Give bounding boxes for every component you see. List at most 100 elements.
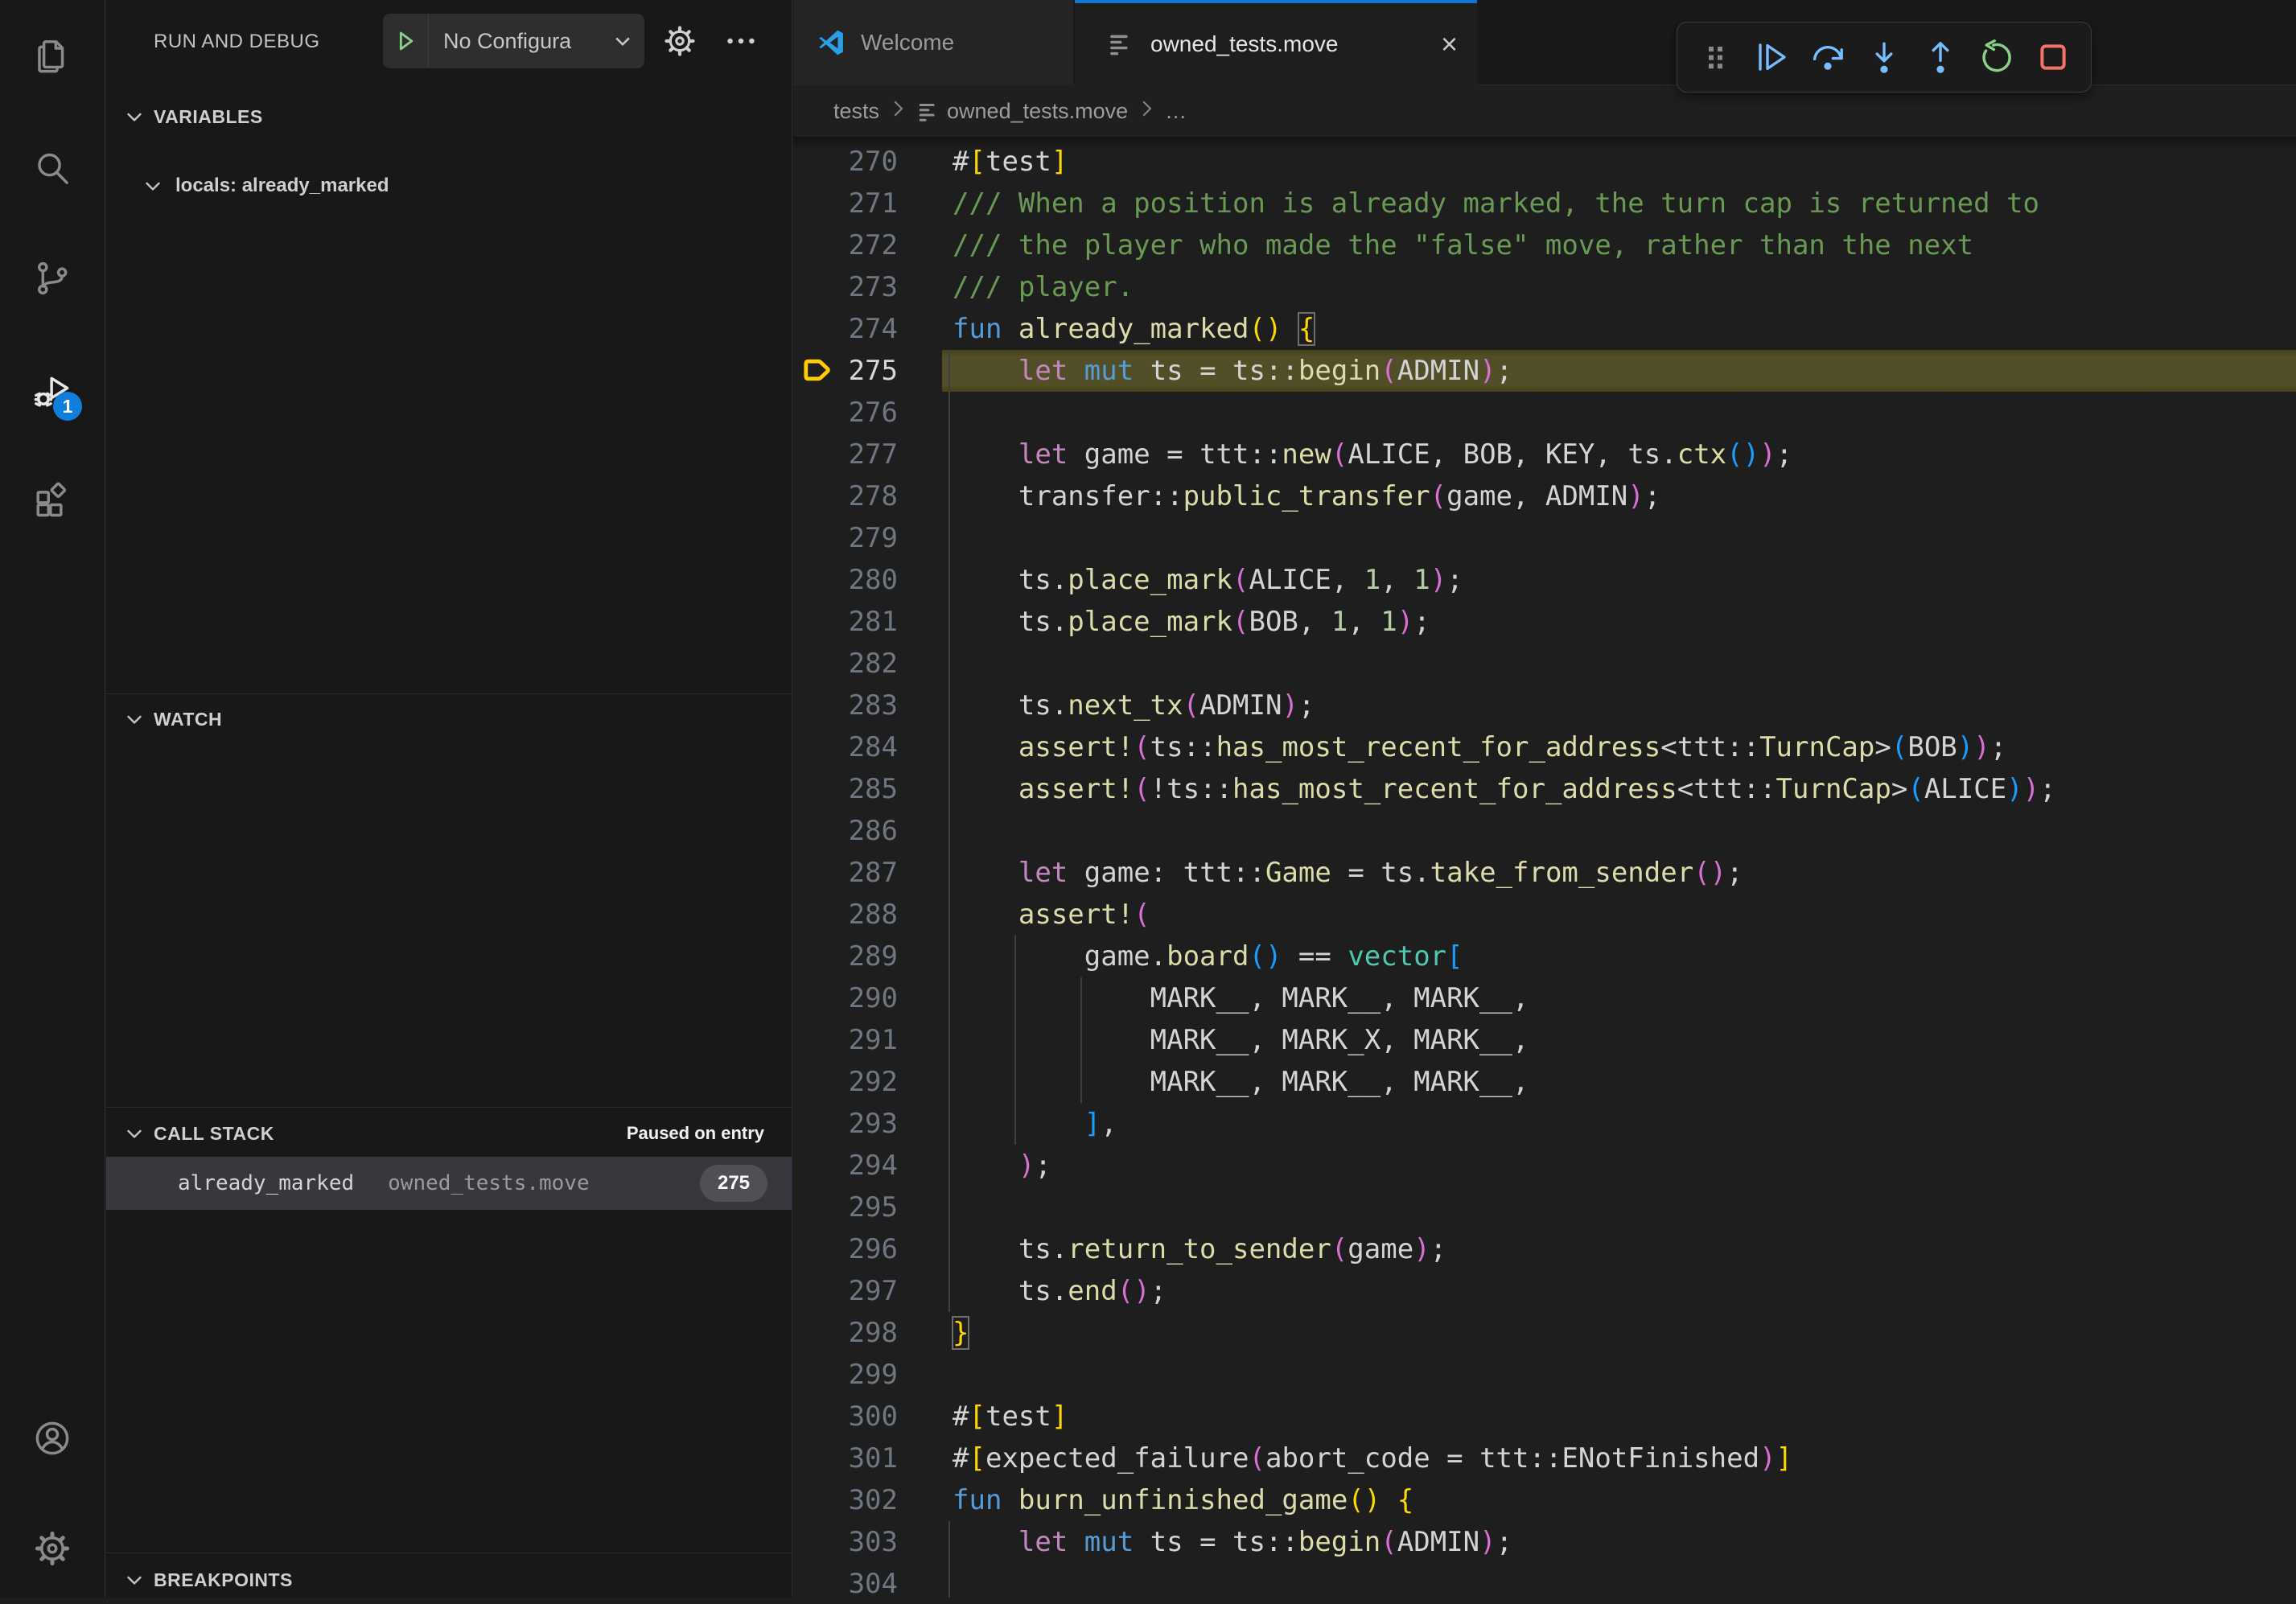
code-line-276[interactable]: 276 bbox=[793, 392, 2296, 434]
line-number[interactable]: 292 bbox=[793, 1061, 898, 1103]
line-number[interactable]: 297 bbox=[793, 1270, 898, 1312]
line-number[interactable]: 301 bbox=[793, 1437, 898, 1479]
step-into-icon[interactable] bbox=[1861, 34, 1907, 80]
code-line-278[interactable]: 278 transfer::public_transfer(game, ADMI… bbox=[793, 475, 2296, 517]
stop-icon[interactable] bbox=[2030, 34, 2076, 80]
more-actions-icon[interactable] bbox=[722, 23, 759, 60]
code-line-285[interactable]: 285 assert!(!ts::has_most_recent_for_add… bbox=[793, 768, 2296, 810]
line-number[interactable]: 290 bbox=[793, 977, 898, 1019]
account-icon[interactable] bbox=[29, 1415, 76, 1462]
search-icon[interactable] bbox=[29, 145, 76, 191]
line-number[interactable]: 296 bbox=[793, 1228, 898, 1270]
tab-owned-tests[interactable]: owned_tests.move × bbox=[1075, 0, 1477, 85]
continue-icon[interactable] bbox=[1748, 34, 1795, 80]
code-line-298[interactable]: 298} bbox=[793, 1312, 2296, 1354]
code-line-300[interactable]: 300#[test] bbox=[793, 1396, 2296, 1437]
code-line-271[interactable]: 271/// When a position is already marked… bbox=[793, 183, 2296, 224]
code-line-274[interactable]: 274fun already_marked() { bbox=[793, 308, 2296, 350]
line-number[interactable]: 286 bbox=[793, 810, 898, 852]
code-line-294[interactable]: 294 ); bbox=[793, 1145, 2296, 1187]
line-number[interactable]: 288 bbox=[793, 894, 898, 936]
code-line-279[interactable]: 279 bbox=[793, 517, 2296, 559]
code-line-292[interactable]: 292 MARK__, MARK__, MARK__, bbox=[793, 1061, 2296, 1103]
line-number[interactable]: 279 bbox=[793, 517, 898, 559]
code-line-302[interactable]: 302fun burn_unfinished_game() { bbox=[793, 1479, 2296, 1521]
line-number[interactable]: 291 bbox=[793, 1019, 898, 1061]
start-debug-icon[interactable] bbox=[383, 27, 428, 55]
code-line-287[interactable]: 287 let game: ttt::Game = ts.take_from_s… bbox=[793, 852, 2296, 894]
line-number[interactable]: 283 bbox=[793, 685, 898, 726]
step-over-icon[interactable] bbox=[1804, 34, 1851, 80]
line-number[interactable]: 284 bbox=[793, 726, 898, 768]
debug-settings-gear-icon[interactable] bbox=[661, 23, 698, 60]
line-number[interactable]: 270 bbox=[793, 141, 898, 183]
code-line-295[interactable]: 295 bbox=[793, 1187, 2296, 1228]
line-number[interactable]: 281 bbox=[793, 601, 898, 643]
code-line-282[interactable]: 282 bbox=[793, 643, 2296, 685]
breadcrumb-item-file[interactable]: owned_tests.move bbox=[947, 99, 1128, 124]
restart-icon[interactable] bbox=[1973, 34, 2020, 80]
debug-config-label[interactable]: No Configura bbox=[429, 29, 609, 54]
line-number[interactable]: 294 bbox=[793, 1145, 898, 1187]
line-number[interactable]: 295 bbox=[793, 1187, 898, 1228]
line-number[interactable]: 282 bbox=[793, 643, 898, 685]
line-number[interactable]: 293 bbox=[793, 1103, 898, 1145]
run-and-debug-icon[interactable]: 1 bbox=[29, 368, 76, 414]
line-number[interactable]: 303 bbox=[793, 1521, 898, 1563]
explorer-icon[interactable] bbox=[29, 33, 76, 80]
code-line-289[interactable]: 289 game.board() == vector[ bbox=[793, 936, 2296, 977]
line-number[interactable]: 271 bbox=[793, 183, 898, 224]
code-line-296[interactable]: 296 ts.return_to_sender(game); bbox=[793, 1228, 2296, 1270]
code-line-270[interactable]: 270#[test] bbox=[793, 141, 2296, 183]
tab-welcome[interactable]: Welcome bbox=[793, 0, 1074, 85]
line-number[interactable]: 304 bbox=[793, 1563, 898, 1598]
line-number[interactable]: 302 bbox=[793, 1479, 898, 1521]
code-line-273[interactable]: 273/// player. bbox=[793, 266, 2296, 308]
code-line-286[interactable]: 286 bbox=[793, 810, 2296, 852]
debug-config-dropdown[interactable]: No Configura bbox=[383, 14, 644, 68]
code-line-281[interactable]: 281 ts.place_mark(BOB, 1, 1); bbox=[793, 601, 2296, 643]
code-line-283[interactable]: 283 ts.next_tx(ADMIN); bbox=[793, 685, 2296, 726]
line-number[interactable]: 280 bbox=[793, 559, 898, 601]
watch-section-header[interactable]: WATCH bbox=[106, 695, 792, 743]
line-number[interactable]: 273 bbox=[793, 266, 898, 308]
settings-gear-icon[interactable] bbox=[29, 1525, 76, 1572]
code-line-275[interactable]: 275 let mut ts = ts::begin(ADMIN); bbox=[793, 350, 2296, 392]
line-number[interactable]: 299 bbox=[793, 1354, 898, 1396]
code-line-290[interactable]: 290 MARK__, MARK__, MARK__, bbox=[793, 977, 2296, 1019]
code-line-272[interactable]: 272/// the player who made the "false" m… bbox=[793, 224, 2296, 266]
code-line-304[interactable]: 304 bbox=[793, 1563, 2296, 1598]
step-out-icon[interactable] bbox=[1917, 34, 1964, 80]
line-number[interactable]: 289 bbox=[793, 936, 898, 977]
code-line-303[interactable]: 303 let mut ts = ts::begin(ADMIN); bbox=[793, 1521, 2296, 1563]
code-line-280[interactable]: 280 ts.place_mark(ALICE, 1, 1); bbox=[793, 559, 2296, 601]
line-number[interactable]: 298 bbox=[793, 1312, 898, 1354]
call-stack-frame-row[interactable]: already_marked owned_tests.move 275 bbox=[106, 1157, 792, 1210]
line-number[interactable]: 276 bbox=[793, 392, 898, 434]
code-line-299[interactable]: 299 bbox=[793, 1354, 2296, 1396]
code-line-301[interactable]: 301#[expected_failure(abort_code = ttt::… bbox=[793, 1437, 2296, 1479]
call-stack-section-header[interactable]: CALL STACK Paused on entry bbox=[106, 1109, 792, 1158]
line-number[interactable]: 277 bbox=[793, 434, 898, 475]
locals-scope-row[interactable]: locals: already_marked bbox=[106, 162, 792, 209]
line-number[interactable]: 272 bbox=[793, 224, 898, 266]
toolbar-drag-handle[interactable] bbox=[1692, 34, 1738, 80]
line-number[interactable]: 278 bbox=[793, 475, 898, 517]
breakpoints-section-header[interactable]: BREAKPOINTS bbox=[106, 1556, 792, 1604]
code-line-293[interactable]: 293 ], bbox=[793, 1103, 2296, 1145]
code-area[interactable]: 270#[test]271/// When a position is alre… bbox=[793, 137, 2296, 1598]
variables-section-header[interactable]: VARIABLES bbox=[106, 93, 792, 141]
line-number[interactable]: 285 bbox=[793, 768, 898, 810]
breadcrumb-item-tests[interactable]: tests bbox=[833, 99, 879, 124]
line-number[interactable]: 274 bbox=[793, 308, 898, 350]
tab-close-icon[interactable]: × bbox=[1441, 30, 1458, 59]
line-number[interactable]: 287 bbox=[793, 852, 898, 894]
code-line-277[interactable]: 277 let game = ttt::new(ALICE, BOB, KEY,… bbox=[793, 434, 2296, 475]
breadcrumb-item-symbol[interactable]: … bbox=[1165, 99, 1187, 124]
code-line-284[interactable]: 284 assert!(ts::has_most_recent_for_addr… bbox=[793, 726, 2296, 768]
code-line-291[interactable]: 291 MARK__, MARK_X, MARK__, bbox=[793, 1019, 2296, 1061]
code-line-297[interactable]: 297 ts.end(); bbox=[793, 1270, 2296, 1312]
extensions-icon[interactable] bbox=[29, 479, 76, 525]
source-control-icon[interactable] bbox=[29, 255, 76, 302]
code-line-288[interactable]: 288 assert!( bbox=[793, 894, 2296, 936]
